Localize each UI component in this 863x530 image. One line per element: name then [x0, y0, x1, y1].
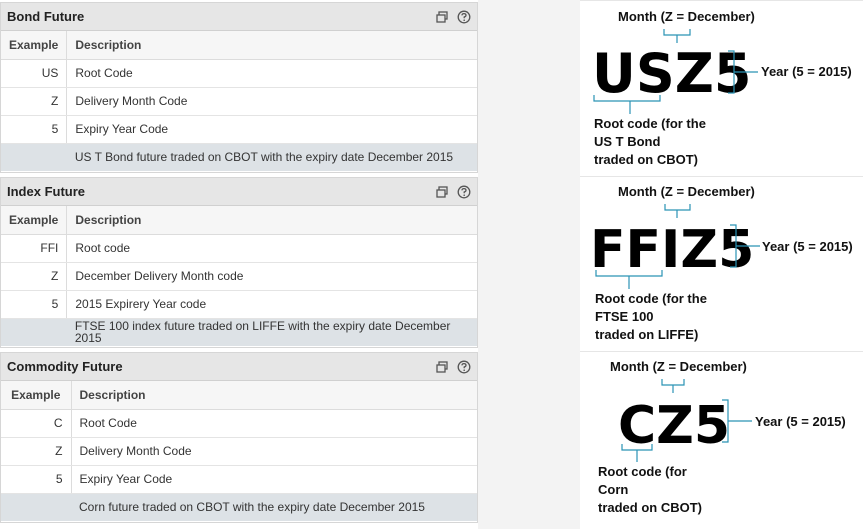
popout-icon[interactable]	[435, 185, 449, 199]
summary-row: FTSE 100 index future traded on LIFFE wi…	[1, 318, 477, 346]
description-cell: December Delivery Month code	[66, 262, 477, 291]
table-row: Z Delivery Month Code	[1, 437, 477, 466]
description-cell: Expiry Year Code	[66, 115, 477, 144]
root-label-line: traded on LIFFE)	[595, 327, 698, 342]
month-bracket	[661, 379, 685, 386]
root-label-line: traded on CBOT)	[598, 500, 702, 515]
root-label-line: FTSE 100	[595, 309, 654, 324]
code-diagram-index: Month (Z = December) FFIZ5 Year (5 = 201…	[580, 176, 863, 351]
column-header-description: Description	[66, 206, 477, 235]
code-text: FFIZ5	[590, 220, 754, 280]
root-label-line: Root code (for the	[595, 291, 707, 306]
popout-icon[interactable]	[435, 10, 449, 24]
example-cell: 5	[1, 465, 72, 494]
help-icon[interactable]	[457, 185, 471, 199]
root-label-line: Root code (for	[598, 464, 687, 479]
example-cell: Z	[1, 262, 68, 291]
root-label-line: Corn	[598, 482, 628, 497]
summary-row: Corn future traded on CBOT with the expi…	[1, 493, 477, 521]
column-header-example: Example	[1, 381, 72, 410]
panel-commodity-future: Commodity Future Example Description C R…	[0, 352, 478, 523]
year-label: Year (5 = 2015)	[762, 239, 853, 254]
example-cell: Z	[1, 437, 72, 466]
example-cell: 5	[1, 115, 68, 144]
table-row: US Root Code	[1, 59, 477, 88]
description-cell: Root Code	[66, 59, 477, 88]
month-label: Month (Z = December)	[610, 359, 747, 374]
column-header-example: Example	[1, 31, 68, 60]
example-cell: FFI	[1, 234, 68, 263]
popout-icon[interactable]	[435, 360, 449, 374]
panel-header: Commodity Future	[1, 353, 477, 381]
description-cell: Expiry Year Code	[71, 465, 477, 494]
summary-row: US T Bond future traded on CBOT with the…	[1, 143, 477, 171]
year-label: Year (5 = 2015)	[761, 64, 852, 79]
table-row: C Root Code	[1, 409, 477, 438]
description-cell: Root code	[66, 234, 477, 263]
month-bracket	[663, 29, 691, 36]
code-text: CZ5	[618, 396, 730, 456]
panel-title: Commodity Future	[7, 359, 123, 374]
help-icon[interactable]	[457, 10, 471, 24]
panel-bond-future: Bond Future Example Description US Root …	[0, 2, 478, 173]
table-row: 5 2015 Expirery Year code	[1, 290, 477, 319]
help-icon[interactable]	[457, 360, 471, 374]
code-table: Example Description FFI Root code Z Dece…	[1, 206, 477, 346]
table-row: 5 Expiry Year Code	[1, 465, 477, 494]
panel-header: Bond Future	[1, 3, 477, 31]
panel-header: Index Future	[1, 178, 477, 206]
table-row: Z Delivery Month Code	[1, 87, 477, 116]
panel-title: Index Future	[7, 184, 86, 199]
code-diagram-commodity: Month (Z = December) CZ5 Year (5 = 2015)…	[580, 351, 863, 529]
code-table: Example Description C Root Code Z Delive…	[1, 381, 477, 521]
diagram-svg: Month (Z = December) USZ5 Year (5 = 2015…	[592, 9, 852, 167]
month-label: Month (Z = December)	[618, 9, 755, 24]
summary-spacer	[1, 143, 67, 171]
code-diagram-bond: Month (Z = December) USZ5 Year (5 = 2015…	[580, 0, 863, 176]
root-label-line: traded on CBOT)	[594, 152, 698, 167]
table-row: 5 Expiry Year Code	[1, 115, 477, 144]
description-cell: Delivery Month Code	[71, 437, 477, 466]
description-cell: Root Code	[71, 409, 477, 438]
example-cell: C	[1, 409, 72, 438]
month-bracket	[664, 204, 691, 211]
example-cell: 5	[1, 290, 68, 319]
summary-text: Corn future traded on CBOT with the expi…	[71, 493, 477, 521]
diagram-svg: Month (Z = December) FFIZ5 Year (5 = 201…	[590, 184, 853, 342]
year-label: Year (5 = 2015)	[755, 414, 846, 429]
panel-title: Bond Future	[7, 9, 85, 24]
code-table: Example Description US Root Code Z Deliv…	[1, 31, 477, 171]
description-cell: 2015 Expirery Year code	[66, 290, 477, 319]
month-label: Month (Z = December)	[618, 184, 755, 199]
diagram-svg: Month (Z = December) CZ5 Year (5 = 2015)…	[598, 359, 846, 515]
code-text: USZ5	[592, 42, 751, 105]
summary-text: FTSE 100 index future traded on LIFFE wi…	[66, 318, 477, 346]
table-row: FFI Root code	[1, 234, 477, 263]
example-cell: Z	[1, 87, 68, 116]
column-header-example: Example	[1, 206, 68, 235]
gutter	[478, 0, 580, 529]
summary-spacer	[1, 493, 71, 521]
example-cell: US	[1, 59, 68, 88]
column-header-description: Description	[71, 381, 477, 410]
description-cell: Delivery Month Code	[66, 87, 477, 116]
table-row: Z December Delivery Month code	[1, 262, 477, 291]
column-header-description: Description	[66, 31, 477, 60]
summary-spacer	[1, 318, 67, 346]
summary-text: US T Bond future traded on CBOT with the…	[66, 143, 477, 171]
panel-index-future: Index Future Example Description FFI Roo…	[0, 177, 478, 348]
root-label-line: US T Bond	[594, 134, 660, 149]
root-label-line: Root code (for the	[594, 116, 706, 131]
